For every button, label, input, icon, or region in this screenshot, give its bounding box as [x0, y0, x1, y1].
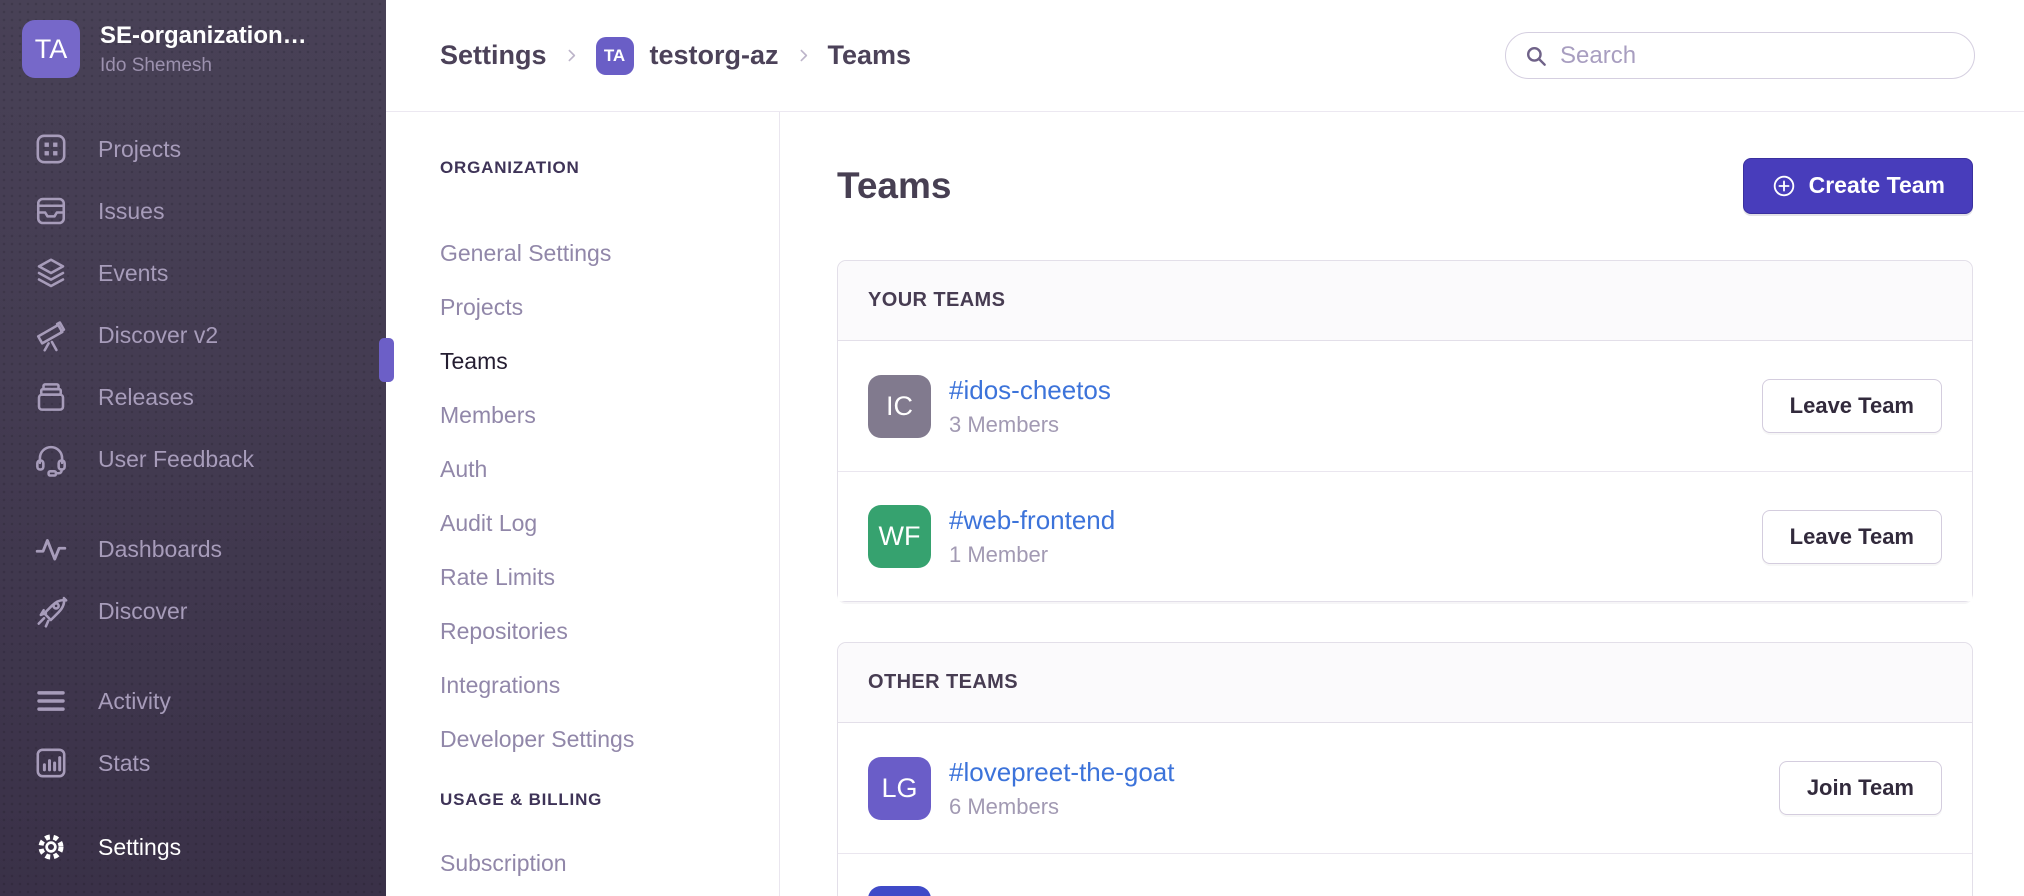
team-row: LG #lovepreet-the-goat 6 Members Join Te…: [838, 723, 1972, 853]
leave-team-button[interactable]: Leave Team: [1762, 510, 1942, 564]
pulse-icon: [33, 531, 69, 567]
sidebar-nav: Projects Issues Events Discover v2 Relea…: [0, 118, 386, 878]
sidebar-item-stats[interactable]: Stats: [0, 732, 386, 794]
settings-nav-item-projects[interactable]: Projects: [440, 280, 759, 334]
sidebar-item-label: Releases: [98, 384, 194, 411]
search-icon: [1523, 43, 1549, 69]
breadcrumb-org-badge: TA: [596, 37, 634, 75]
settings-nav-item-rate-limits[interactable]: Rate Limits: [440, 550, 759, 604]
issues-icon: [33, 193, 69, 229]
sidebar-item-settings[interactable]: Settings: [0, 816, 386, 878]
org-name: SE-organization…: [100, 22, 307, 50]
bar-chart-icon: [33, 745, 69, 781]
sidebar-item-discover-v2[interactable]: Discover v2: [0, 304, 386, 366]
sidebar-item-label: Projects: [98, 136, 181, 163]
user-name: Ido Shemesh: [100, 55, 307, 77]
settings-nav-list: Subscription: [440, 836, 759, 890]
events-icon: [33, 255, 69, 291]
main-content: Teams Create Team YOUR TEAMS IC #idos-ch…: [780, 112, 2024, 896]
app-sidebar: TA SE-organization… Ido Shemesh Projects…: [0, 0, 386, 896]
team-avatar: LG: [868, 757, 931, 820]
sidebar-item-label: Settings: [98, 834, 181, 861]
settings-nav-item-subscription[interactable]: Subscription: [440, 836, 759, 890]
headset-icon: [33, 441, 69, 477]
sidebar-item-label: Discover v2: [98, 322, 218, 349]
rocket-icon: [33, 593, 69, 629]
sidebar-item-label: Dashboards: [98, 536, 222, 563]
settings-nav-item-teams[interactable]: Teams: [440, 334, 759, 388]
other-teams-panel: OTHER TEAMS LG #lovepreet-the-goat 6 Mem…: [837, 642, 1973, 896]
create-team-button[interactable]: Create Team: [1743, 158, 1973, 214]
create-team-label: Create Team: [1809, 172, 1945, 199]
search-input[interactable]: [1560, 42, 1958, 70]
join-team-button[interactable]: Join Team: [1779, 761, 1942, 815]
team-row-partial: [838, 853, 1972, 896]
top-header: Settings TA testorg-az Teams: [386, 0, 2024, 112]
org-switcher[interactable]: TA SE-organization… Ido Shemesh: [0, 0, 386, 96]
other-teams-header: OTHER TEAMS: [838, 643, 1972, 723]
sidebar-item-user-feedback[interactable]: User Feedback: [0, 428, 386, 490]
sidebar-item-issues[interactable]: Issues: [0, 180, 386, 242]
sidebar-item-discover[interactable]: Discover: [0, 580, 386, 642]
settings-nav-item-developer-settings[interactable]: Developer Settings: [440, 712, 759, 766]
sidebar-item-label: Activity: [98, 688, 171, 715]
team-row: IC #idos-cheetos 3 Members Leave Team: [838, 341, 1972, 471]
activity-lines-icon: [33, 683, 69, 719]
breadcrumb-settings[interactable]: Settings: [440, 40, 547, 71]
org-avatar: TA: [22, 20, 80, 78]
plus-circle-icon: [1771, 173, 1797, 199]
breadcrumb-teams[interactable]: Teams: [828, 40, 912, 71]
settings-nav-section-organization: ORGANIZATION: [440, 158, 759, 178]
team-name-link[interactable]: #idos-cheetos: [949, 375, 1111, 406]
sidebar-item-label: User Feedback: [98, 446, 254, 473]
search-box[interactable]: [1505, 32, 1975, 79]
sidebar-item-label: Issues: [98, 198, 164, 225]
sidebar-item-projects[interactable]: Projects: [0, 118, 386, 180]
team-member-count: 3 Members: [949, 412, 1111, 438]
releases-icon: [33, 379, 69, 415]
breadcrumb-org[interactable]: testorg-az: [650, 40, 779, 71]
team-member-count: 1 Member: [949, 542, 1115, 568]
sidebar-item-events[interactable]: Events: [0, 242, 386, 304]
gear-icon: [33, 829, 69, 865]
team-name-link[interactable]: #lovepreet-the-goat: [949, 757, 1174, 788]
settings-nav-list: General Settings Projects Teams Members …: [440, 226, 759, 766]
team-avatar: IC: [868, 375, 931, 438]
team-member-count: 6 Members: [949, 794, 1174, 820]
settings-nav-item-repositories[interactable]: Repositories: [440, 604, 759, 658]
settings-nav-section-usage-billing: USAGE & BILLING: [440, 790, 759, 810]
sidebar-item-dashboards[interactable]: Dashboards: [0, 518, 386, 580]
team-row: WF #web-frontend 1 Member Leave Team: [838, 471, 1972, 601]
sidebar-item-releases[interactable]: Releases: [0, 366, 386, 428]
telescope-icon: [33, 317, 69, 353]
breadcrumb: Settings TA testorg-az Teams: [440, 37, 911, 75]
sidebar-item-label: Discover: [98, 598, 187, 625]
settings-nav-item-auth[interactable]: Auth: [440, 442, 759, 496]
settings-nav-item-general-settings[interactable]: General Settings: [440, 226, 759, 280]
chevron-right-icon: [795, 47, 812, 64]
team-name-link[interactable]: #web-frontend: [949, 505, 1115, 536]
your-teams-header: YOUR TEAMS: [838, 261, 1972, 341]
sidebar-item-activity[interactable]: Activity: [0, 670, 386, 732]
your-teams-panel: YOUR TEAMS IC #idos-cheetos 3 Members Le…: [837, 260, 1973, 602]
page-title: Teams: [837, 165, 952, 207]
chevron-right-icon: [563, 47, 580, 64]
settings-nav-item-members[interactable]: Members: [440, 388, 759, 442]
projects-icon: [33, 131, 69, 167]
active-nav-indicator: [379, 338, 394, 382]
sidebar-item-label: Events: [98, 260, 168, 287]
team-avatar: WF: [868, 505, 931, 568]
settings-nav-item-audit-log[interactable]: Audit Log: [440, 496, 759, 550]
settings-nav: ORGANIZATION General Settings Projects T…: [386, 112, 780, 896]
settings-nav-item-integrations[interactable]: Integrations: [440, 658, 759, 712]
sidebar-item-label: Stats: [98, 750, 150, 777]
leave-team-button[interactable]: Leave Team: [1762, 379, 1942, 433]
team-avatar: [868, 886, 931, 896]
